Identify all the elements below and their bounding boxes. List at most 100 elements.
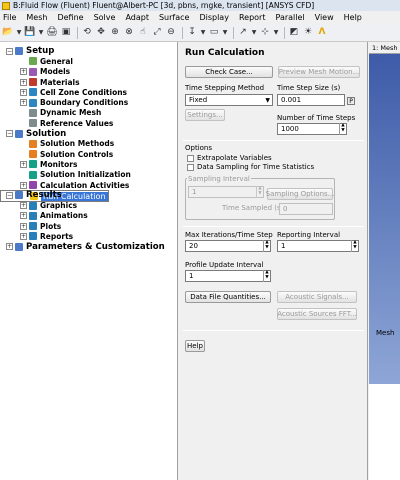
chevron-down-icon[interactable]: ▼	[273, 27, 279, 39]
data-sampling-label: Data Sampling for Time Statistics	[197, 163, 315, 171]
chevron-down-icon[interactable]: ▼	[251, 27, 257, 39]
panel-title: Run Calculation	[185, 48, 265, 58]
fit-to-window-icon[interactable]: ⤢	[151, 27, 163, 39]
profile-update-interval-stepper[interactable]: ▲ ▼	[263, 270, 270, 282]
tree-item-label: Reports	[40, 231, 74, 241]
scene-icon[interactable]: ◩	[288, 27, 300, 39]
help-button[interactable]: Help	[185, 340, 205, 352]
expand-icon[interactable]: +	[20, 78, 27, 86]
tree-item-graphics[interactable]: + Graphics	[0, 200, 177, 210]
tree-item-solution-controls[interactable]: Solution Controls	[0, 149, 177, 159]
tree-node-icon	[29, 160, 37, 169]
menu-view[interactable]: View	[315, 13, 334, 22]
tree-item-calculation-activities[interactable]: + Calculation Activities	[0, 180, 177, 190]
tree-item-plots[interactable]: + Plots	[0, 221, 177, 231]
data-file-quantities-button[interactable]: Data File Quantities...	[185, 291, 271, 303]
number-of-time-steps-label: Number of Time Steps	[277, 114, 356, 122]
menu-display[interactable]: Display	[199, 13, 229, 22]
viewer-tab[interactable]: 1: Mesh	[369, 42, 400, 54]
open-folder-icon[interactable]: 📂	[2, 27, 14, 39]
parameter-button[interactable]: P	[347, 97, 355, 105]
extrapolate-variables-checkbox[interactable]	[187, 155, 194, 162]
tree-item-monitors[interactable]: + Monitors	[0, 159, 177, 169]
zoom-box-icon[interactable]: ⊗	[123, 27, 135, 39]
tree-item-solution-initialization[interactable]: Solution Initialization	[0, 170, 177, 180]
menu-surface[interactable]: Surface	[159, 13, 189, 22]
view-direction-icon[interactable]: ↧	[186, 27, 198, 39]
chevron-down-icon[interactable]: ▼	[222, 27, 228, 39]
expand-icon[interactable]: +	[20, 202, 27, 210]
reporting-interval-field[interactable]: 1	[277, 240, 359, 252]
expand-icon[interactable]: +	[20, 160, 27, 168]
expand-icon[interactable]: +	[6, 243, 13, 251]
tree-item-parameters-customization[interactable]: + Parameters & Customization	[0, 242, 177, 252]
expand-icon[interactable]: +	[20, 68, 27, 76]
copy-image-icon[interactable]: ▣	[60, 27, 72, 39]
expand-icon[interactable]: +	[20, 232, 27, 240]
number-of-time-steps-field[interactable]: 1000	[277, 123, 347, 135]
menu-mesh[interactable]: Mesh	[26, 13, 47, 22]
layout-icon[interactable]: ▭	[208, 27, 220, 39]
tree-item-reference-values[interactable]: Reference Values	[0, 118, 177, 128]
data-sampling-checkbox[interactable]	[187, 164, 194, 171]
menu-adapt[interactable]: Adapt	[125, 13, 149, 22]
chevron-down-icon[interactable]: ▼	[200, 27, 206, 39]
menu-file[interactable]: File	[3, 13, 16, 22]
tree-item-dynamic-mesh[interactable]: Dynamic Mesh	[0, 108, 177, 118]
tree-item-general[interactable]: General	[0, 56, 177, 66]
tree-item-cell-zone-conditions[interactable]: + Cell Zone Conditions	[0, 87, 177, 97]
tree-item-solution-methods[interactable]: Solution Methods	[0, 139, 177, 149]
print-icon[interactable]: 🖨	[46, 27, 58, 39]
time-step-size-field[interactable]: 0.001	[277, 94, 345, 106]
tree-item-label: Cell Zone Conditions	[40, 87, 128, 97]
time-stepping-method-select[interactable]: Fixed ▼	[185, 94, 273, 106]
menu-solve[interactable]: Solve	[94, 13, 116, 22]
profile-update-interval-field[interactable]: 1	[185, 270, 271, 282]
tree-item-reports[interactable]: + Reports	[0, 231, 177, 241]
axes-icon[interactable]: ⊹	[259, 27, 271, 39]
rotate-icon[interactable]: ⟲	[81, 27, 93, 39]
arrow-icon[interactable]: ↗	[237, 27, 249, 39]
tree-item-animations[interactable]: + Animations	[0, 211, 177, 221]
toolbar-separator	[77, 26, 78, 39]
probe-icon[interactable]: ☝	[137, 27, 149, 39]
number-of-time-steps-stepper[interactable]: ▲ ▼	[339, 123, 346, 135]
menu-report[interactable]: Report	[239, 13, 266, 22]
zoom-in-icon[interactable]: ⊕	[109, 27, 121, 39]
time-stepping-method-label: Time Stepping Method	[185, 84, 265, 92]
viewer-mesh-label: Mesh	[376, 329, 395, 337]
max-iterations-stepper[interactable]: ▲ ▼	[263, 240, 270, 252]
save-icon[interactable]: 💾	[24, 27, 36, 39]
collapse-icon[interactable]: −	[6, 47, 13, 55]
section-divider	[183, 140, 364, 141]
lighting-icon[interactable]: ☀	[302, 27, 314, 39]
tree-item-models[interactable]: + Models	[0, 67, 177, 77]
expand-icon[interactable]: +	[20, 212, 27, 220]
menu-help[interactable]: Help	[344, 13, 362, 22]
zoom-out-icon[interactable]: ⊖	[165, 27, 177, 39]
collapse-icon[interactable]: −	[6, 191, 13, 199]
menu-define[interactable]: Define	[57, 13, 83, 22]
ansys-logo-icon: Λ	[318, 27, 326, 37]
toolbar-separator	[284, 26, 285, 39]
check-case-button[interactable]: Check Case...	[185, 66, 273, 78]
pan-icon[interactable]: ✥	[95, 27, 107, 39]
tree-item-boundary-conditions[interactable]: + Boundary Conditions	[0, 97, 177, 107]
tree-item-results[interactable]: − Results	[0, 190, 177, 200]
expand-icon[interactable]: +	[20, 222, 27, 230]
chevron-down-icon[interactable]: ▼	[16, 27, 22, 39]
max-iterations-field[interactable]: 20	[185, 240, 271, 252]
collapse-icon[interactable]: −	[6, 130, 13, 138]
tree-item-solution[interactable]: − Solution	[0, 128, 177, 139]
tree-item-label: Reference Values	[40, 118, 114, 128]
expand-icon[interactable]: +	[20, 88, 27, 96]
expand-icon[interactable]: +	[20, 181, 27, 189]
tree-node-icon	[15, 242, 23, 251]
menu-parallel[interactable]: Parallel	[275, 13, 304, 22]
expand-icon[interactable]: +	[20, 99, 27, 107]
tree-item-setup[interactable]: − Setup	[0, 46, 177, 56]
tree-item-materials[interactable]: + Materials	[0, 77, 177, 87]
reporting-interval-stepper[interactable]: ▲ ▼	[351, 240, 358, 252]
chevron-down-icon[interactable]: ▼	[38, 27, 44, 39]
tree-item-label: Parameters & Customization	[26, 241, 165, 252]
